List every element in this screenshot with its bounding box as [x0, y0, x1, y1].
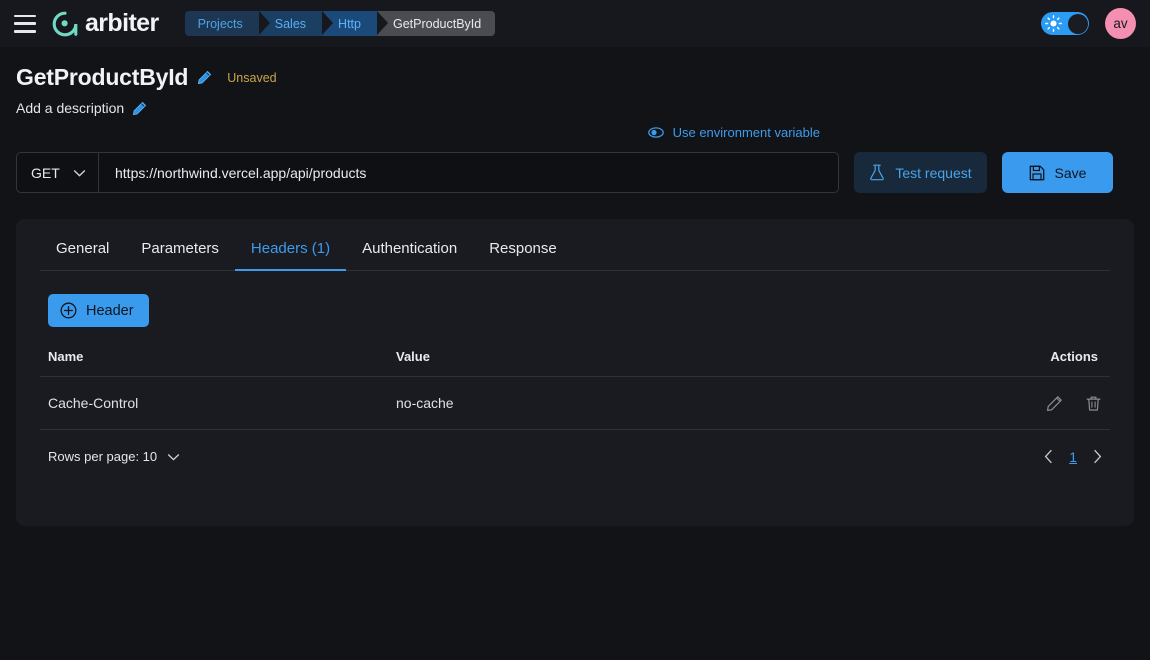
breadcrumb-item-current[interactable]: GetProductById — [376, 11, 496, 36]
tab-parameters[interactable]: Parameters — [125, 240, 235, 270]
rows-per-page-select[interactable]: Rows per page: 10 — [48, 449, 180, 464]
table-pagination: Rows per page: 10 1 — [40, 430, 1110, 465]
avatar-initials: av — [1113, 16, 1128, 31]
page-title: GetProductById — [16, 64, 189, 90]
avatar[interactable]: av — [1105, 8, 1136, 39]
env-var-label: Use environment variable — [672, 125, 820, 140]
tab-response[interactable]: Response — [473, 240, 573, 270]
request-url-row: GET Test request Save — [16, 152, 1134, 193]
add-header-button[interactable]: Header — [48, 294, 149, 327]
top-bar: arbiter Projects Sales Http GetProductBy… — [0, 0, 1150, 47]
headers-table-head: Name Value Actions — [40, 349, 1110, 377]
save-label: Save — [1054, 164, 1087, 181]
breadcrumb-label: Sales — [274, 16, 307, 31]
trash-icon[interactable] — [1085, 395, 1102, 412]
url-field: GET — [16, 152, 839, 193]
tab-general[interactable]: General — [40, 240, 125, 270]
previous-page-button[interactable] — [1044, 449, 1053, 464]
floppy-disk-icon — [1029, 165, 1044, 180]
request-details-card: General Parameters Headers (1) Authentic… — [16, 219, 1134, 526]
cell-actions — [996, 376, 1110, 430]
column-header-name: Name — [40, 349, 396, 377]
status-badge: Unsaved — [227, 70, 277, 85]
app-logo[interactable]: arbiter — [52, 11, 159, 37]
headers-table: Name Value Actions Cache-Control no-cach… — [40, 349, 1110, 430]
pencil-icon[interactable] — [1046, 395, 1063, 412]
headers-table-body: Cache-Control no-cache — [40, 376, 1110, 430]
theme-toggle[interactable] — [1041, 12, 1089, 35]
chevron-down-icon — [73, 169, 86, 177]
rows-per-page-label: Rows per page: 10 — [48, 449, 158, 465]
column-header-value: Value — [396, 349, 996, 377]
tab-label: Authentication — [362, 240, 458, 257]
tab-label: Response — [489, 240, 557, 257]
hamburger-line — [14, 14, 36, 17]
breadcrumb-label: Projects — [197, 16, 243, 31]
brand-name: arbiter — [85, 9, 159, 37]
description-row: Add a description — [16, 100, 1134, 116]
table-header-row: Name Value Actions — [40, 349, 1110, 377]
breadcrumb-notch-icon — [258, 11, 270, 35]
next-page-button[interactable] — [1093, 449, 1102, 464]
breadcrumb-item-sales[interactable]: Sales — [258, 11, 334, 36]
breadcrumb-label: Http — [338, 16, 361, 31]
chevron-down-icon — [167, 453, 180, 461]
page-content: GetProductById Unsaved Add a description… — [0, 64, 1150, 526]
chevron-right-icon — [1094, 450, 1102, 464]
test-request-label: Test request — [895, 164, 972, 181]
use-environment-variable-link[interactable]: Use environment variable — [647, 125, 820, 140]
cell-header-name: Cache-Control — [40, 376, 396, 430]
breadcrumb-item-http[interactable]: Http — [322, 11, 388, 36]
breadcrumb: Projects Sales Http GetProductById — [184, 11, 496, 36]
pencil-icon[interactable] — [132, 101, 147, 116]
url-input[interactable] — [99, 153, 838, 192]
tab-label: Headers (1) — [250, 240, 331, 257]
pencil-icon[interactable] — [197, 70, 212, 85]
method-select[interactable]: GET — [17, 153, 99, 192]
breadcrumb-label: GetProductById — [392, 16, 482, 31]
tab-bar: General Parameters Headers (1) Authentic… — [40, 219, 1110, 271]
toggle-knob — [1067, 13, 1088, 34]
plus-circle-icon — [60, 302, 77, 319]
eye-toggle-icon — [647, 127, 664, 138]
breadcrumb-notch-icon — [376, 11, 388, 35]
env-var-row: Use environment variable — [16, 125, 1134, 140]
flask-icon — [870, 164, 885, 181]
description-text[interactable]: Add a description — [16, 100, 124, 116]
table-row: Cache-Control no-cache — [40, 376, 1110, 430]
hamburger-menu-icon[interactable] — [14, 14, 36, 33]
hamburger-line — [14, 30, 36, 33]
breadcrumb-item-projects[interactable]: Projects — [184, 11, 270, 36]
method-label: GET — [31, 164, 60, 181]
page-number-1[interactable]: 1 — [1065, 449, 1081, 465]
title-row: GetProductById Unsaved — [16, 64, 1134, 91]
hamburger-line — [14, 22, 36, 25]
sun-icon — [1045, 15, 1062, 32]
tab-label: General — [56, 240, 110, 257]
top-bar-actions: av — [1041, 8, 1136, 39]
tab-authentication[interactable]: Authentication — [346, 240, 473, 270]
add-header-label: Header — [86, 302, 134, 319]
page-navigation: 1 — [1044, 449, 1102, 465]
column-header-actions: Actions — [996, 349, 1110, 377]
add-header-row: Header — [40, 271, 1110, 327]
test-request-button[interactable]: Test request — [854, 152, 987, 193]
cell-header-value: no-cache — [396, 376, 996, 430]
tab-label: Parameters — [141, 240, 219, 257]
chevron-left-icon — [1044, 450, 1053, 464]
save-button[interactable]: Save — [1002, 152, 1113, 193]
tab-headers[interactable]: Headers (1) — [234, 240, 347, 271]
arbiter-logo-icon — [52, 11, 78, 36]
breadcrumb-notch-icon — [322, 11, 334, 35]
